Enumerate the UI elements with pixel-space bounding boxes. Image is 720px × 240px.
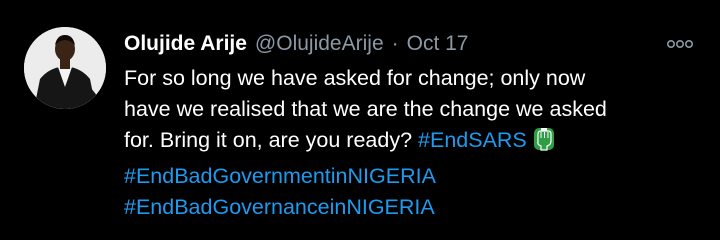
hashtag-endbadgovernmentinnigeria[interactable]: #EndBadGovernmentinNIGERIA [124, 161, 704, 192]
tweet-date[interactable]: Oct 17 [407, 30, 469, 58]
author-name[interactable]: Olujide Arije [124, 30, 247, 58]
tweet-header: Olujide Arije @OlujideArije · Oct 17 [124, 30, 469, 58]
hashtag-endbadgovernanceinnigeria[interactable]: #EndBadGovernanceinNIGERIA [124, 192, 704, 223]
tweet-text-line-1: For so long we have asked for change; on… [124, 66, 586, 90]
green-fist-flag-icon [533, 126, 555, 161]
tweet-text-line-3-content: for. Bring it on, are you ready? [124, 128, 413, 152]
avatar-image [24, 27, 106, 109]
hashtag-endsars[interactable]: #EndSARS [418, 128, 527, 152]
more-options-icon[interactable] [664, 32, 696, 56]
tweet-text-line-2: have we realised that we are the change … [124, 97, 607, 121]
tweet-card[interactable]: Olujide Arije @OlujideArije · Oct 17 For… [0, 0, 720, 240]
avatar[interactable] [24, 27, 106, 109]
separator-dot: · [391, 32, 399, 55]
author-handle[interactable]: @OlujideArije [255, 30, 384, 58]
tweet-text: For so long we have asked for change; on… [124, 63, 704, 223]
tweet-text-line-3: for. Bring it on, are you ready? #EndSAR… [124, 125, 704, 161]
